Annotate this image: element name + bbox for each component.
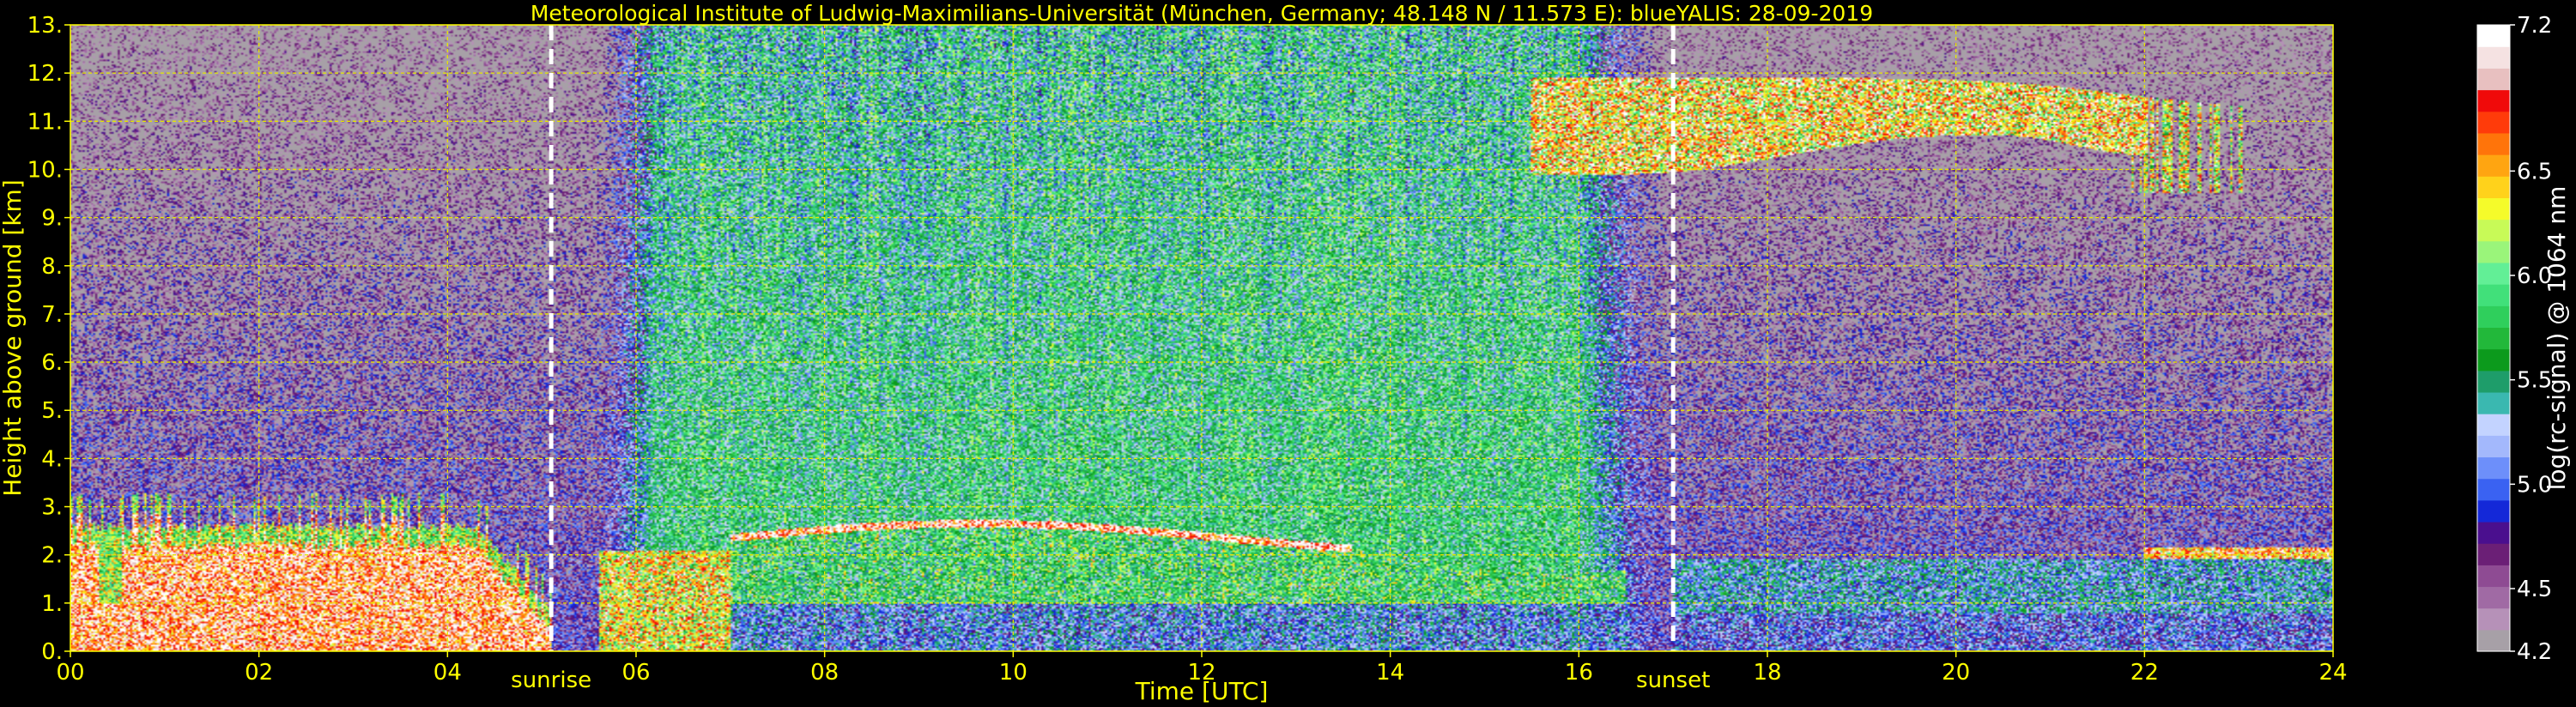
- x-tick-label: 18: [1753, 660, 1781, 686]
- colorbar-swatch: [2477, 262, 2510, 285]
- colorbar-swatch: [2477, 68, 2510, 91]
- y-tick-label: 0.: [41, 639, 63, 665]
- y-tick-label: 1.: [41, 591, 63, 617]
- colorbar-swatch: [2477, 370, 2510, 393]
- colorbar-swatch: [2477, 219, 2510, 242]
- colorbar-swatch: [2477, 197, 2510, 221]
- colorbar-swatch: [2477, 132, 2510, 155]
- colorbar-swatch: [2477, 414, 2510, 436]
- x-tick-label: 16: [1565, 660, 1593, 686]
- y-tick-label: 11.: [27, 109, 63, 135]
- colorbar-swatch: [2477, 499, 2510, 523]
- colorbar-swatch: [2477, 111, 2510, 134]
- y-tick-label: 7.: [41, 302, 63, 328]
- colorbar-swatch: [2477, 240, 2510, 263]
- colorbar-swatch: [2477, 348, 2510, 372]
- colorbar-swatch: [2477, 391, 2510, 414]
- x-tick-label: 20: [1942, 660, 1970, 686]
- x-tick-label: 10: [999, 660, 1027, 686]
- y-tick-label: 3.: [41, 495, 63, 521]
- x-tick-label: 02: [245, 660, 273, 686]
- colorbar-swatches: [2477, 25, 2510, 652]
- y-tick-label: 13.: [27, 13, 63, 39]
- colorbar-tick-label: 4.5: [2517, 577, 2552, 602]
- colorbar-tick-label: 7.2: [2517, 13, 2552, 39]
- colorbar-swatch: [2477, 305, 2510, 329]
- lidar-quicklook-figure: Meteorological Institute of Ludwig-Maxim…: [0, 0, 2576, 707]
- colorbar-swatch: [2477, 607, 2510, 631]
- x-tick-label: 04: [433, 660, 462, 686]
- colorbar-swatch: [2477, 521, 2510, 544]
- colorbar-swatch: [2477, 565, 2510, 588]
- colorbar-swatch: [2477, 435, 2510, 458]
- colorbar-swatch: [2477, 154, 2510, 177]
- colorbar-swatch: [2477, 89, 2510, 112]
- x-tick-label: 14: [1376, 660, 1404, 686]
- colorbar-swatch: [2477, 543, 2510, 565]
- y-tick-label: 5.: [41, 398, 63, 424]
- x-tick-label: 24: [2318, 660, 2347, 686]
- y-tick-label: 12.: [27, 61, 63, 87]
- colorbar-tick-label: 4.2: [2517, 639, 2552, 665]
- colorbar-swatch: [2477, 327, 2510, 350]
- x-tick-label: 22: [2131, 660, 2159, 686]
- colorbar-swatch: [2477, 456, 2510, 480]
- colorbar-swatch: [2477, 25, 2510, 47]
- colorbar-swatch: [2477, 176, 2510, 198]
- colorbar-swatch: [2477, 586, 2510, 609]
- x-tick-label: 06: [621, 660, 650, 686]
- colorbar-swatch: [2477, 46, 2510, 69]
- y-tick-label: 4.: [41, 446, 63, 472]
- plot-area: [70, 24, 2334, 652]
- colorbar-swatch: [2477, 629, 2510, 652]
- y-tick-label: 10.: [27, 157, 63, 183]
- y-tick-label: 9.: [41, 206, 63, 232]
- colorbar-swatch: [2477, 284, 2510, 306]
- colorbar-tick-label: 6.5: [2517, 159, 2552, 184]
- y-axis-label: Height above ground [km]: [0, 179, 27, 497]
- sunrise-label: sunrise: [511, 668, 591, 693]
- chart-title: Meteorological Institute of Ludwig-Maxim…: [530, 1, 1873, 26]
- y-tick-label: 8.: [41, 254, 63, 280]
- y-tick-label: 2.: [41, 543, 63, 569]
- x-tick-label: 08: [810, 660, 839, 686]
- x-axis-label: Time [UTC]: [1135, 677, 1269, 705]
- sunset-label: sunset: [1636, 668, 1710, 693]
- y-tick-label: 6.: [41, 350, 63, 376]
- colorbar-label: log(rc-signal) @ 1064 nm: [2543, 186, 2571, 491]
- colorbar-swatch: [2477, 478, 2510, 501]
